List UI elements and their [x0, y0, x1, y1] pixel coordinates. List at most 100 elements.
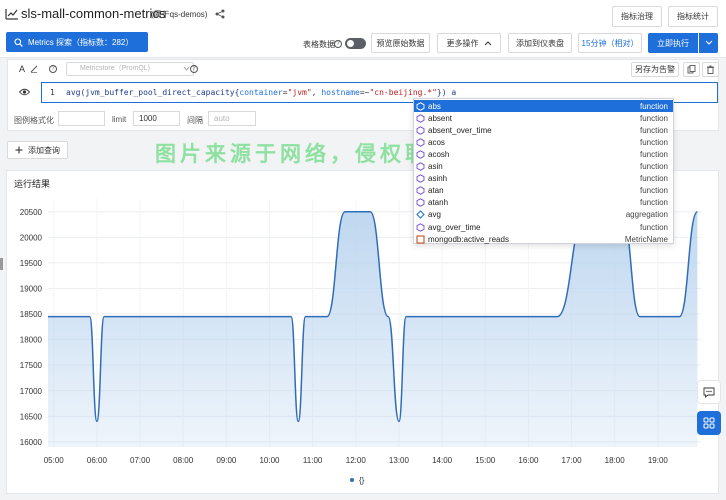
chat-icon	[703, 387, 715, 398]
metric-icon	[416, 235, 425, 244]
metricstore-select[interactable]: Metricstore（PromQL)	[66, 62, 194, 76]
metric-governance-button[interactable]: 指标治理	[612, 6, 662, 27]
limit-label: limit	[112, 115, 127, 124]
run-options-button[interactable]	[699, 33, 718, 53]
legend-format-input[interactable]	[58, 111, 105, 126]
edit-icon[interactable]	[30, 65, 38, 73]
autocomplete-item[interactable]: asinh function	[414, 173, 673, 185]
autocomplete-item-name: avg	[428, 210, 441, 220]
code-label-hostname: hostname	[321, 88, 360, 97]
autocomplete-item-type: function	[639, 101, 668, 111]
autocomplete-item-type: aggregation	[625, 210, 668, 220]
x-tick-label: 17:00	[562, 456, 583, 465]
series-area	[48, 211, 698, 447]
autocomplete-item[interactable]: avg_over_time function	[414, 221, 673, 233]
function-icon	[416, 101, 425, 111]
autocomplete-item-type: function	[639, 149, 668, 159]
chevron-up-icon	[484, 41, 491, 46]
function-icon	[416, 113, 425, 123]
time-range-button[interactable]: 15分钟（相对）	[578, 33, 642, 53]
aggregation-icon	[416, 210, 425, 220]
autocomplete-item[interactable]: absent_over_time function	[414, 124, 673, 136]
autocomplete-item-type: MetricName	[624, 234, 668, 244]
function-icon	[416, 222, 425, 232]
autocomplete-item-type: function	[639, 186, 668, 196]
copy-button[interactable]	[683, 62, 700, 77]
x-tick-label: 08:00	[173, 456, 194, 465]
top-bar: sls-mall-common-metrics (属于qs-demos) 指标治…	[0, 0, 726, 30]
y-tick-label: 19000	[20, 284, 43, 293]
function-icon	[416, 125, 425, 135]
legend-marker	[350, 478, 354, 482]
autocomplete-item-type: function	[639, 198, 668, 208]
autocomplete-item-type: function	[639, 113, 668, 123]
delete-button[interactable]	[702, 62, 719, 77]
preview-raw-button[interactable]: 预览原始数据	[371, 33, 430, 53]
run-now-button[interactable]: 立即执行	[648, 33, 698, 53]
autocomplete-item-name: absent_over_time	[428, 125, 492, 135]
legend-format-label: 图例格式化	[14, 116, 54, 125]
feedback-button[interactable]	[697, 380, 721, 404]
autocomplete-item[interactable]: abs function	[414, 100, 673, 112]
autocomplete-item[interactable]: absent function	[414, 112, 673, 124]
autocomplete-item[interactable]: asin function	[414, 161, 673, 173]
autocomplete-item-name: atanh	[428, 198, 449, 208]
function-icon	[416, 174, 425, 183]
function-icon	[416, 138, 425, 147]
more-actions-button[interactable]: 更多操作	[437, 33, 501, 53]
copy-icon	[687, 65, 696, 74]
function-icon	[416, 150, 425, 159]
y-tick-label: 16000	[20, 438, 43, 447]
autocomplete-item-name: avg_over_time	[428, 222, 481, 232]
chart-icon	[5, 9, 18, 20]
share-icon[interactable]	[215, 9, 225, 19]
y-tick-label: 16500	[20, 412, 43, 421]
metric-stats-button[interactable]: 指标统计	[668, 6, 718, 27]
query-code: avg(jvm_buffer_pool_direct_capacity{cont…	[66, 88, 456, 97]
apps-button[interactable]	[697, 411, 721, 435]
legend-label[interactable]: {}	[359, 476, 365, 485]
add-to-dashboard-button[interactable]: 添加到仪表盘	[508, 33, 572, 53]
autocomplete-item[interactable]: atanh function	[414, 197, 673, 209]
chevron-down-icon	[183, 66, 190, 71]
autocomplete-item[interactable]: mongodb:active_reads MetricName	[414, 233, 673, 245]
autocomplete-item[interactable]: avg aggregation	[414, 209, 673, 221]
project-subtitle: (属于qs-demos)	[151, 10, 208, 19]
autocomplete-item-type: function	[639, 162, 668, 171]
add-query-button[interactable]: 添加查询	[7, 141, 68, 159]
y-tick-label: 20500	[20, 208, 43, 217]
query-name: A	[19, 64, 26, 74]
y-tick-label: 20000	[20, 233, 43, 242]
panel-resize-handle[interactable]	[0, 258, 3, 270]
table-data-toggle[interactable]	[345, 38, 366, 49]
interval-label: 间隔	[187, 116, 203, 125]
x-tick-label: 11:00	[303, 456, 323, 465]
autocomplete-item[interactable]: acosh function	[414, 148, 673, 160]
limit-input[interactable]: 1000	[133, 111, 180, 126]
chevron-down-icon	[705, 40, 712, 45]
x-tick-label: 14:00	[432, 456, 453, 465]
autocomplete-item-name: mongodb:active_reads	[428, 234, 509, 244]
autocomplete-item-name: asin	[428, 162, 443, 171]
autocomplete-item[interactable]: atan function	[414, 185, 673, 197]
x-tick-label: 05:00	[44, 456, 65, 465]
add-query-label: 添加查询	[28, 145, 60, 155]
x-tick-label: 16:00	[518, 456, 539, 465]
interval-input[interactable]: auto	[208, 111, 256, 126]
metrics-explore-button[interactable]: Metrics 探索（指标数：282）	[6, 32, 148, 52]
autocomplete-dropdown: abs function absent function absent_over_tim…	[413, 98, 674, 244]
autocomplete-item[interactable]: acos function	[414, 136, 673, 148]
code-value-hostname: "cn-beijing.*"	[369, 88, 437, 97]
table-data-label: 表格数据	[303, 40, 335, 49]
y-tick-label: 18500	[20, 310, 43, 319]
app-title: sls-mall-common-metrics	[21, 6, 166, 21]
code-label-container: container	[239, 88, 283, 97]
code-value-jvm: "jvm"	[287, 88, 312, 97]
help-icon: ?	[334, 40, 342, 48]
autocomplete-item-type: function	[639, 222, 668, 232]
save-as-alert-button[interactable]: 另存为告警	[631, 62, 679, 77]
autocomplete-item-name: acosh	[428, 149, 450, 159]
eye-icon[interactable]	[19, 88, 30, 96]
code-comma: ,	[311, 88, 322, 97]
x-tick-label: 12:00	[346, 456, 367, 465]
